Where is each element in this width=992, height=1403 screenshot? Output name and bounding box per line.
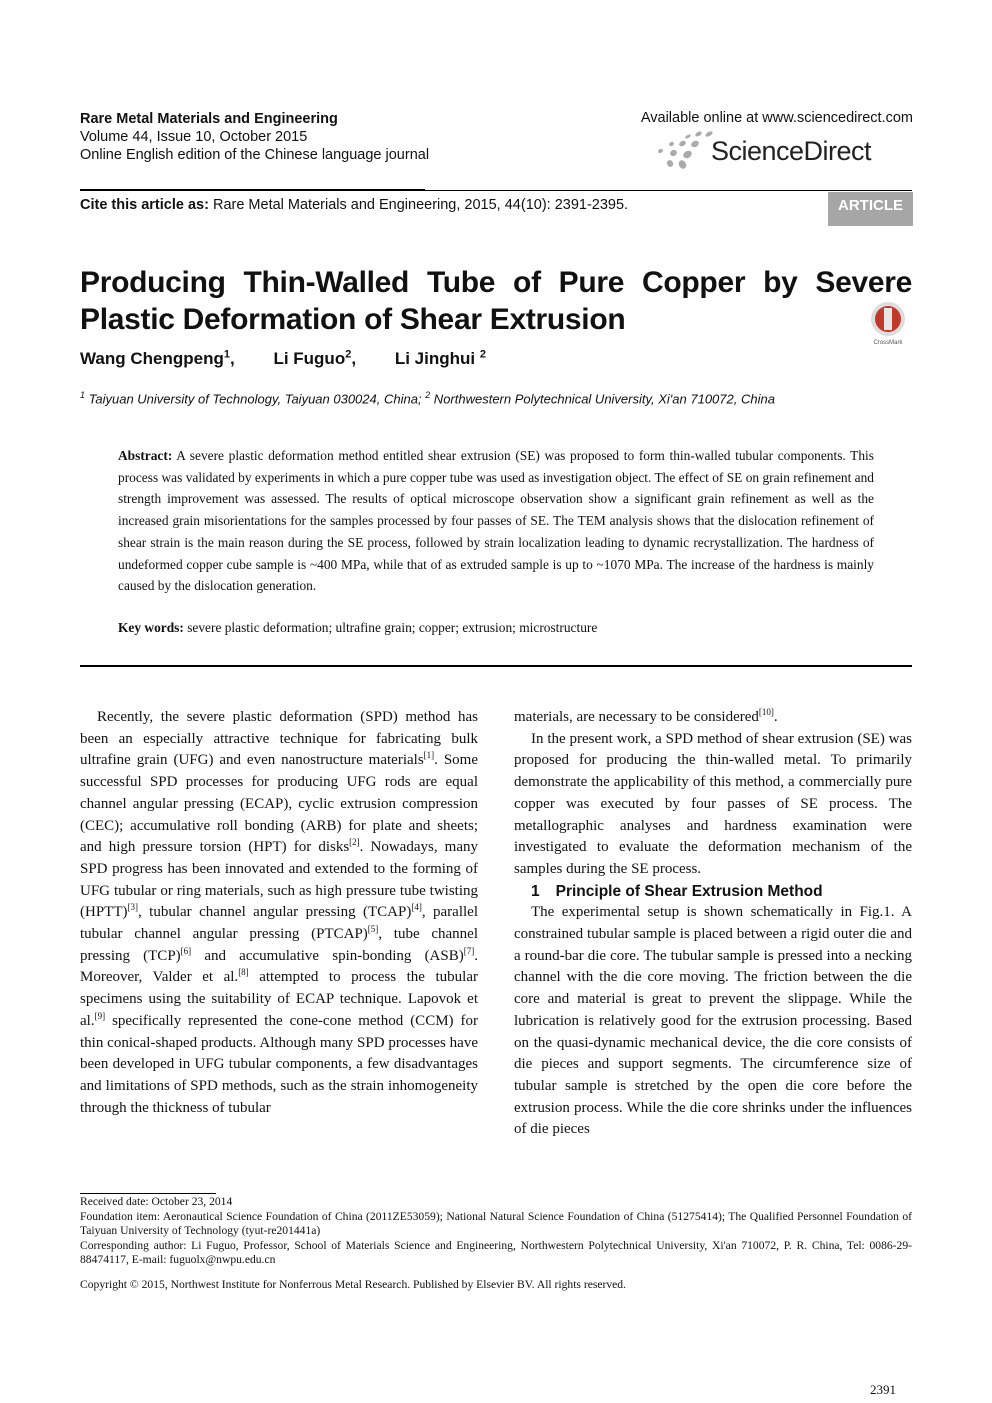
footnote-rule xyxy=(80,1193,216,1194)
crossmark-icon[interactable]: CrossMark xyxy=(866,300,910,346)
cite-label: Cite this article as: xyxy=(80,197,209,213)
citation-ref[interactable]: [6] xyxy=(181,946,192,956)
citation-ref[interactable]: [5] xyxy=(368,924,379,934)
citation-ref[interactable]: [9] xyxy=(95,1011,106,1021)
header-rule xyxy=(80,190,912,191)
paragraph: The experimental setup is shown schemati… xyxy=(514,904,912,1138)
journal-name: Rare Metal Materials and Engineering xyxy=(80,111,338,127)
affiliations: 1 Taiyuan University of Technology, Taiy… xyxy=(80,390,775,407)
paragraph: Recently, the severe plastic deformation… xyxy=(80,709,478,1116)
availability-note: Available online at www.sciencedirect.co… xyxy=(640,110,913,126)
citation-ref[interactable]: [8] xyxy=(238,967,249,977)
keywords-label: Key words: xyxy=(118,620,184,635)
journal-header: Rare Metal Materials and Engineering Vol… xyxy=(80,110,429,164)
keywords-text: severe plastic deformation; ultrafine gr… xyxy=(183,620,598,635)
foundation-item: Foundation item: Aeronautical Science Fo… xyxy=(80,1209,912,1238)
copyright: Copyright © 2015, Northwest Institute fo… xyxy=(80,1278,627,1291)
abstract: Abstract: A severe plastic deformation m… xyxy=(118,445,874,597)
abstract-rule xyxy=(80,665,912,667)
footnotes: Received date: October 23, 2014 Foundati… xyxy=(80,1195,912,1268)
title-line-1: Producing Thin-Walled Tube of Pure Coppe… xyxy=(80,266,912,299)
citation-ref[interactable]: [10] xyxy=(759,707,774,717)
citation-ref[interactable]: [7] xyxy=(464,946,475,956)
citation-ref[interactable]: [4] xyxy=(411,902,422,912)
cite-text: Rare Metal Materials and Engineering, 20… xyxy=(208,197,629,213)
citation-ref[interactable]: [1] xyxy=(424,750,435,760)
author: Li Fuguo2, xyxy=(273,348,357,368)
paragraph: materials, are necessary to be considere… xyxy=(514,707,778,726)
sciencedirect-logo: ScienceDirect xyxy=(655,130,915,172)
abstract-text: A severe plastic deformation method enti… xyxy=(118,448,874,594)
page-number: 2391 xyxy=(870,1382,896,1397)
body-column-left: Recently, the severe plastic deformation… xyxy=(80,707,478,1119)
received-date: Received date: October 23, 2014 xyxy=(80,1195,233,1208)
citation: Cite this article as: Rare Metal Materia… xyxy=(80,197,628,213)
citation-ref[interactable]: [2] xyxy=(349,837,360,847)
crossmark-text: CrossMark xyxy=(873,340,903,346)
abstract-label: Abstract: xyxy=(118,448,173,463)
body-column-right: materials, are necessary to be considere… xyxy=(514,707,912,1141)
author: Li Jinghui 2 xyxy=(394,348,486,368)
author-list: Wang Chengpeng1, Li Fuguo2, Li Jinghui 2 xyxy=(80,348,520,369)
paragraph: In the present work, a SPD method of she… xyxy=(514,730,912,877)
article-badge: ARTICLE xyxy=(828,192,913,226)
logo-text: ScienceDirect xyxy=(711,136,872,166)
journal-edition: Online English edition of the Chinese la… xyxy=(80,147,430,163)
corresponding-author: Corresponding author: Li Fuguo, Professo… xyxy=(80,1238,912,1267)
paper-title: Producing Thin-Walled Tube of Pure Coppe… xyxy=(80,264,912,338)
author: Wang Chengpeng1, xyxy=(80,348,235,368)
keywords: Key words: severe plastic deformation; u… xyxy=(118,620,597,636)
citation-ref[interactable]: [3] xyxy=(128,902,139,912)
title-line-2: Plastic Deformation of Shear Extrusion xyxy=(80,303,626,336)
section-heading: 1 Principle of Shear Extrusion Method xyxy=(531,882,823,900)
journal-volume: Volume 44, Issue 10, October 2015 xyxy=(80,129,308,145)
